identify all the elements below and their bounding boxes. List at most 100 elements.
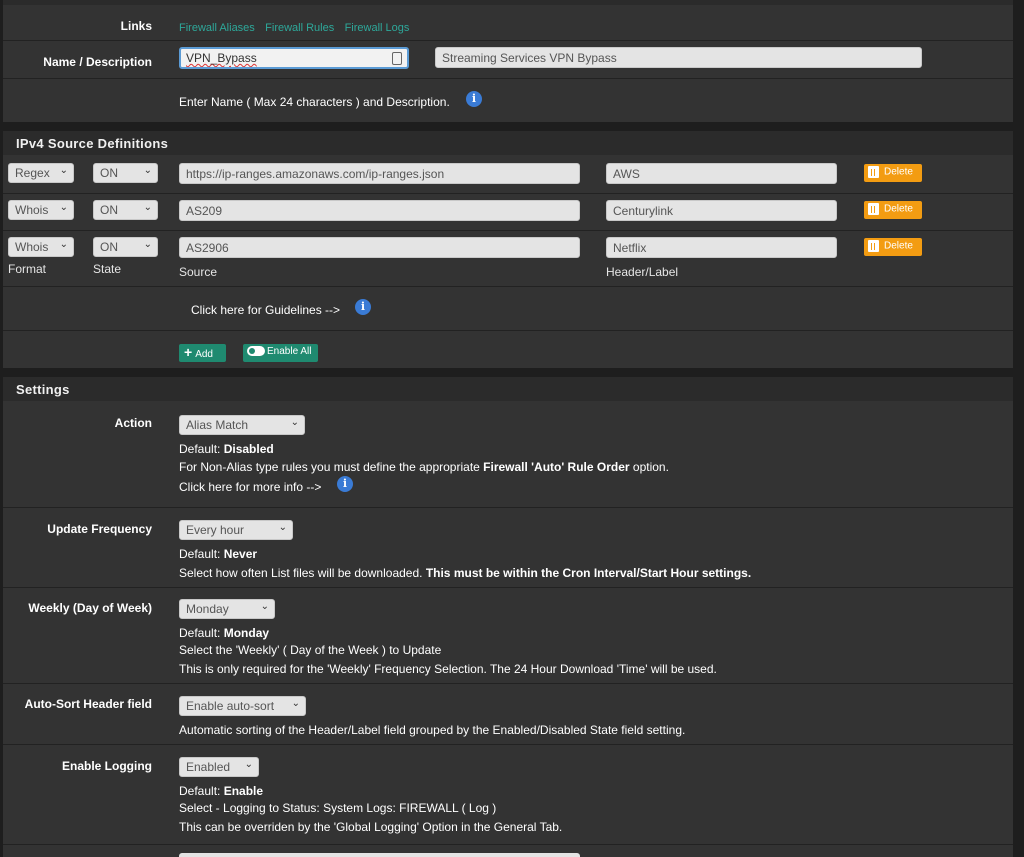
auto-sort-select[interactable]: Enable auto-sort ⌄: [179, 696, 306, 716]
format-select[interactable]: Whois ⌄: [8, 200, 74, 220]
links-list: Firewall Aliases Firewall Rules Firewall…: [179, 20, 409, 34]
next-field-input[interactable]: [179, 853, 580, 857]
trash-icon: [868, 203, 879, 215]
divider: [3, 587, 1013, 588]
source-input[interactable]: AS209: [179, 200, 580, 221]
trash-icon: [868, 240, 879, 252]
source-input[interactable]: AS2906: [179, 237, 580, 258]
state-select[interactable]: ON ⌄: [93, 163, 158, 183]
link-firewall-logs[interactable]: Firewall Logs: [345, 22, 410, 34]
chevron-down-icon: ⌄: [290, 417, 299, 428]
add-label: Add: [195, 349, 213, 360]
chevron-down-icon: ⌄: [291, 698, 300, 709]
add-button[interactable]: + Add: [179, 344, 226, 362]
settings-section-title: Settings: [3, 377, 1013, 401]
weekly-value: Monday: [186, 602, 229, 616]
format-select[interactable]: Regex ⌄: [8, 163, 74, 183]
enable-all-label: Enable All: [267, 346, 312, 357]
delete-label: Delete: [884, 203, 913, 215]
trash-icon: [868, 166, 879, 178]
weekly-select[interactable]: Monday ⌄: [179, 599, 275, 619]
ipv4-section-title: IPv4 Source Definitions: [3, 131, 1013, 155]
update-frequency-help: Select how often List files will be down…: [179, 566, 752, 580]
action-label: Action: [114, 416, 152, 430]
link-firewall-aliases[interactable]: Firewall Aliases: [179, 22, 255, 34]
divider: [3, 230, 1013, 231]
weekly-help-2: This is only required for the 'Weekly' F…: [179, 662, 717, 676]
action-more-info-link[interactable]: Click here for more info -->: [179, 480, 321, 494]
label-input[interactable]: Centurylink: [606, 200, 837, 221]
top-edge: [3, 0, 1013, 5]
update-frequency-label: Update Frequency: [47, 522, 152, 536]
weekly-help-1: Select the 'Weekly' ( Day of the Week ) …: [179, 643, 442, 657]
name-description-label: Name / Description: [43, 55, 152, 69]
links-label: Links: [120, 19, 152, 33]
description-input[interactable]: Streaming Services VPN Bypass: [435, 47, 922, 68]
chevron-down-icon: ⌄: [278, 522, 287, 533]
state-value: ON: [100, 166, 118, 180]
info-icon[interactable]: i: [355, 299, 371, 315]
divider: [3, 40, 1013, 41]
enable-logging-select[interactable]: Enabled ⌄: [179, 757, 259, 777]
settings-panel: [3, 377, 1013, 857]
info-icon[interactable]: i: [466, 91, 482, 107]
delete-label: Delete: [884, 166, 913, 178]
format-value: Regex: [15, 166, 50, 180]
format-select[interactable]: Whois ⌄: [8, 237, 74, 257]
action-default: Default: Disabled: [179, 442, 274, 456]
weekly-default: Default: Monday: [179, 626, 270, 640]
chevron-down-icon: ⌄: [244, 759, 253, 770]
delete-button[interactable]: Delete: [864, 238, 922, 256]
password-manager-icon[interactable]: [392, 52, 402, 65]
chevron-down-icon: ⌄: [143, 239, 152, 250]
label-input[interactable]: Netflix: [606, 237, 837, 258]
state-select[interactable]: ON ⌄: [93, 237, 158, 257]
enable-logging-help-1: Select - Logging to Status: System Logs:…: [179, 801, 497, 815]
chevron-down-icon: ⌄: [143, 202, 152, 213]
chevron-down-icon: ⌄: [59, 165, 68, 176]
column-label-label: Header/Label: [606, 265, 679, 279]
column-source-label: Source: [179, 265, 218, 279]
name-input[interactable]: VPN_Bypass: [179, 47, 409, 69]
divider: [3, 330, 1013, 331]
label-input[interactable]: AWS: [606, 163, 837, 184]
delete-label: Delete: [884, 240, 913, 252]
auto-sort-help: Automatic sorting of the Header/Label fi…: [179, 723, 686, 737]
enable-all-button[interactable]: Enable All: [243, 344, 318, 362]
plus-icon: +: [184, 344, 193, 360]
divider: [3, 744, 1013, 745]
divider: [3, 844, 1013, 845]
column-format-label: Format: [8, 262, 47, 276]
divider: [3, 683, 1013, 684]
source-input[interactable]: https://ip-ranges.amazonaws.com/ip-range…: [179, 163, 580, 184]
format-value: Whois: [15, 240, 49, 254]
format-value: Whois: [15, 203, 49, 217]
delete-button[interactable]: Delete: [864, 201, 922, 219]
enable-logging-value: Enabled: [186, 760, 231, 774]
auto-sort-value: Enable auto-sort: [186, 699, 275, 713]
update-frequency-select[interactable]: Every hour ⌄: [179, 520, 293, 540]
divider: [3, 78, 1013, 79]
chevron-down-icon: ⌄: [59, 239, 68, 250]
enable-logging-default: Default: Enable: [179, 784, 264, 798]
divider: [3, 507, 1013, 508]
update-frequency-value: Every hour: [186, 523, 245, 537]
divider: [3, 286, 1013, 287]
auto-sort-label: Auto-Sort Header field: [24, 697, 152, 711]
column-state-label: State: [93, 262, 122, 276]
state-value: ON: [100, 203, 118, 217]
action-value: Alias Match: [186, 418, 249, 432]
name-input-value: VPN_Bypass: [186, 51, 257, 65]
enable-logging-label: Enable Logging: [62, 759, 152, 773]
action-help: For Non-Alias type rules you must define…: [179, 460, 669, 474]
weekly-label: Weekly (Day of Week): [28, 601, 152, 615]
chevron-down-icon: ⌄: [143, 165, 152, 176]
info-icon[interactable]: i: [337, 476, 353, 492]
enable-logging-help-2: This can be overriden by the 'Global Log…: [179, 820, 563, 834]
action-select[interactable]: Alias Match ⌄: [179, 415, 305, 435]
guidelines-link[interactable]: Click here for Guidelines -->: [191, 303, 340, 317]
toggle-icon: [247, 346, 265, 357]
link-firewall-rules[interactable]: Firewall Rules: [265, 22, 334, 34]
state-select[interactable]: ON ⌄: [93, 200, 158, 220]
delete-button[interactable]: Delete: [864, 164, 922, 182]
